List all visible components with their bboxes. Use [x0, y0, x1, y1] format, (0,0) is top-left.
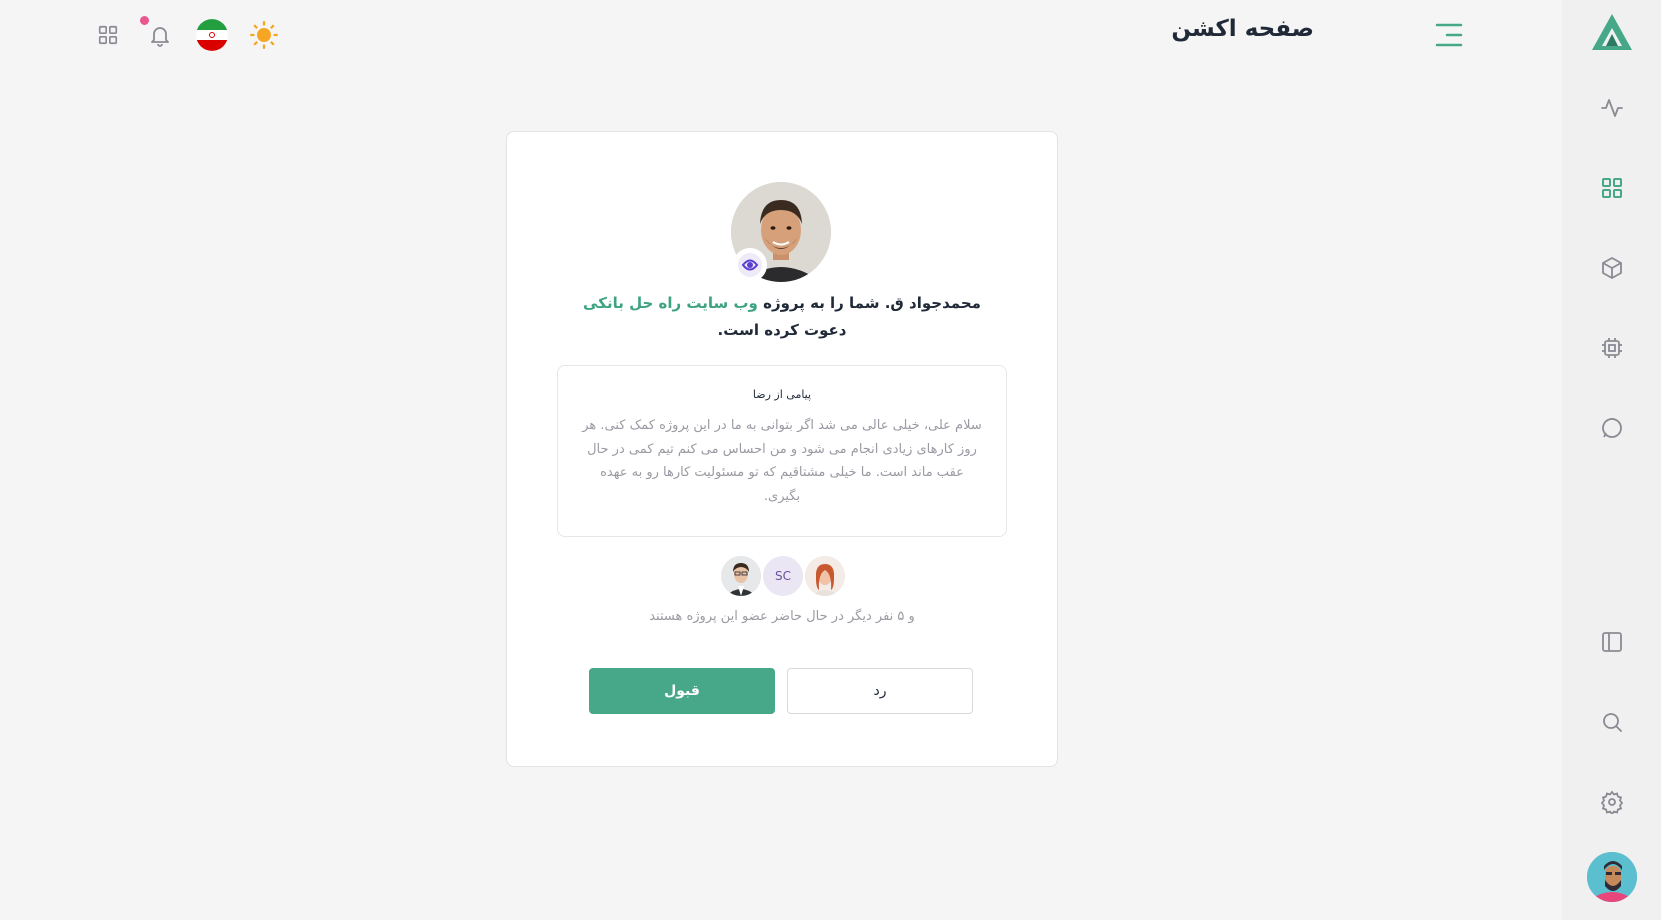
inviter-name: محمدجواد ق.: [884, 294, 981, 312]
member-initials: SC: [775, 569, 791, 583]
invitation-card: محمدجواد ق. شما را به پروژه وب سایت راه …: [506, 131, 1058, 767]
accept-button[interactable]: قبول: [589, 668, 775, 714]
activity-icon[interactable]: [1598, 94, 1626, 122]
reject-button[interactable]: رد: [787, 668, 973, 714]
invitation-text-after: دعوت کرده است.: [717, 321, 847, 339]
invitation-text-before: شما را به پروژه: [763, 294, 880, 312]
search-icon[interactable]: [1598, 708, 1626, 736]
member-avatar-initials[interactable]: SC: [761, 554, 805, 598]
theme-sun-icon[interactable]: [248, 19, 280, 51]
message-body: سلام علی، خیلی عالی می شد اگر بتوانی به …: [582, 418, 982, 504]
box-icon[interactable]: [1598, 254, 1626, 282]
apps-grid-icon[interactable]: [92, 19, 124, 51]
member-avatar[interactable]: [803, 554, 847, 598]
menu-toggle-icon[interactable]: [1433, 20, 1465, 50]
message-box: پیامی از رضا سلام علی، خیلی عالی می شد ا…: [557, 365, 1007, 537]
inviter-badge-icon: [733, 248, 767, 282]
logo-icon[interactable]: [1590, 12, 1634, 52]
page-title: صفحه اکشن: [1171, 16, 1314, 42]
sidebar: [1562, 0, 1661, 920]
notification-dot: [140, 16, 149, 25]
cpu-icon[interactable]: [1598, 334, 1626, 362]
member-avatar[interactable]: [719, 554, 763, 598]
dashboard-grid-icon[interactable]: [1598, 174, 1626, 202]
members-summary: و ۵ نفر دیگر در حال حاضر عضو این پروژه ه…: [649, 609, 915, 624]
top-bar: صفحه اکشن: [0, 0, 1562, 72]
settings-gear-icon[interactable]: [1598, 788, 1626, 816]
project-name-link[interactable]: وب سایت راه حل بانکی: [583, 294, 758, 312]
language-flag-iran-icon[interactable]: [196, 19, 228, 51]
chat-icon[interactable]: [1598, 414, 1626, 442]
notification-bell-icon[interactable]: [140, 16, 176, 51]
message-title: پیامی از رضا: [752, 388, 812, 401]
member-avatars: SC: [507, 554, 1057, 598]
user-avatar[interactable]: [1586, 852, 1637, 902]
sidebar-toggle-icon[interactable]: [1598, 628, 1626, 656]
invitation-text: محمدجواد ق. شما را به پروژه وب سایت راه …: [567, 290, 997, 344]
